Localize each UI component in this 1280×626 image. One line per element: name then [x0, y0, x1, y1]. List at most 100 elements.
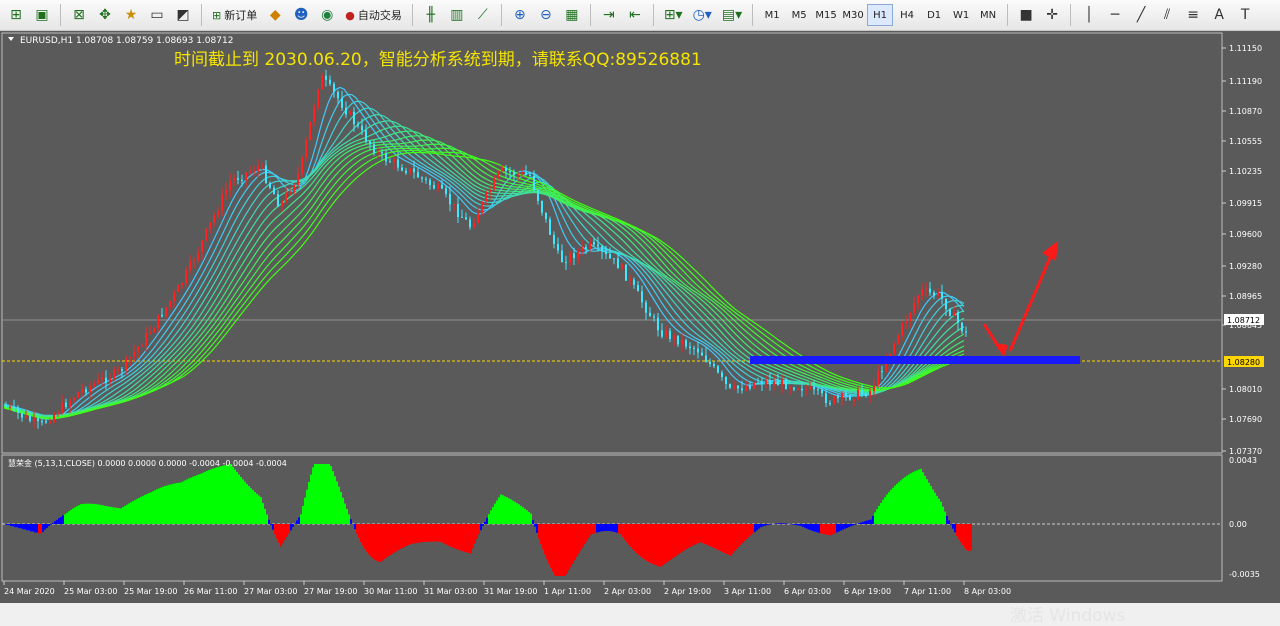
vertical-line-icon[interactable]: │: [1077, 3, 1101, 27]
people-icon[interactable]: ☻: [289, 3, 313, 27]
oscillator-bar: [218, 467, 220, 524]
autotrade-button[interactable]: ●自动交易: [341, 3, 406, 27]
oscillator-bar: [492, 507, 494, 524]
navigator-icon[interactable]: ★: [119, 3, 143, 27]
oscillator-bar: [32, 524, 34, 531]
terminal-icon[interactable]: ▭: [145, 3, 169, 27]
chart-canvas[interactable]: EURUSD,H1 1.08708 1.08759 1.08693 1.0871…: [0, 31, 1280, 603]
oscillator-bar: [236, 472, 238, 524]
timeframe-d1[interactable]: D1: [921, 4, 947, 26]
oscillator-bar: [356, 524, 358, 534]
tile-windows-icon[interactable]: ▦: [560, 3, 584, 27]
bear-candle: [585, 247, 587, 249]
candle-chart-icon[interactable]: ▥: [445, 3, 469, 27]
oscillator-bar: [150, 492, 152, 524]
oscillator-bar: [332, 471, 334, 524]
bear-candle: [333, 84, 335, 92]
bull-candle: [53, 414, 55, 422]
timeframe-h4[interactable]: H4: [894, 4, 920, 26]
oscillator-bar: [52, 523, 54, 524]
oscillator-bar: [934, 493, 936, 524]
oscillator-bar: [440, 524, 442, 542]
time-tick-label: 3 Apr 11:00: [724, 587, 771, 596]
profiles-icon[interactable]: ▣: [30, 3, 54, 27]
channel-icon[interactable]: ⫽: [1155, 3, 1179, 27]
zoom-in-icon[interactable]: ⊕: [508, 3, 532, 27]
market-watch-icon[interactable]: ⊠: [67, 3, 91, 27]
crosshair-icon[interactable]: ✛: [1040, 3, 1064, 27]
oscillator-bar: [848, 524, 850, 527]
oscillator-bar: [292, 524, 294, 527]
oscillator-bar: [390, 524, 392, 555]
bear-candle: [961, 323, 963, 332]
support-zone-box[interactable]: [750, 356, 1080, 364]
cursor-icon[interactable]: ■: [1014, 3, 1038, 27]
bear-candle: [405, 171, 407, 173]
line-chart-icon[interactable]: ⟋: [471, 3, 495, 27]
timeframe-m30[interactable]: M30: [840, 4, 866, 26]
oscillator-bar: [796, 524, 798, 525]
timeframe-w1[interactable]: W1: [948, 4, 974, 26]
bar-chart-icon[interactable]: ╫: [419, 3, 443, 27]
bull-candle: [681, 340, 683, 344]
oscillator-bar: [98, 505, 100, 524]
chart-window[interactable]: EURUSD,H1 1.08708 1.08759 1.08693 1.0871…: [0, 31, 1280, 603]
price-tick-label: 1.07690: [1229, 415, 1262, 424]
horizontal-line-icon[interactable]: ─: [1103, 3, 1127, 27]
trendline-icon[interactable]: ╱: [1129, 3, 1153, 27]
fibonacci-icon[interactable]: ≡: [1181, 3, 1205, 27]
timeframe-h1[interactable]: H1: [867, 4, 893, 26]
oscillator-bar: [924, 476, 926, 524]
oscillator-bar: [764, 524, 766, 526]
bull-candle: [805, 389, 807, 391]
bear-candle: [441, 185, 443, 189]
oscillator-bar: [506, 497, 508, 524]
chart-shift-icon[interactable]: ⇤: [623, 3, 647, 27]
time-tick-label: 31 Mar 03:00: [424, 587, 477, 596]
oscillator-bar: [508, 498, 510, 524]
oscillator-bar: [902, 479, 904, 524]
oscillator-bar: [742, 524, 744, 543]
bear-candle: [41, 421, 43, 422]
oscillator-bar: [948, 520, 950, 524]
timeframe-mn[interactable]: MN: [975, 4, 1001, 26]
new-order-button[interactable]: ⊞新订单: [208, 3, 261, 27]
timeframe-m15[interactable]: M15: [813, 4, 839, 26]
oscillator-bar: [812, 524, 814, 531]
oscillator-bar: [914, 471, 916, 524]
oscillator-bar: [820, 524, 822, 533]
data-window-icon[interactable]: ✥: [93, 3, 117, 27]
timeframe-m5[interactable]: M5: [786, 4, 812, 26]
label-icon[interactable]: T: [1233, 3, 1257, 27]
tester-icon[interactable]: ◩: [171, 3, 195, 27]
bear-candle: [717, 366, 719, 372]
metaeditor-icon[interactable]: ◆: [263, 3, 287, 27]
indicators-icon[interactable]: ⊞▾: [660, 3, 687, 27]
bear-candle: [713, 364, 715, 366]
new-chart-icon[interactable]: ⊞: [4, 3, 28, 27]
oscillator-bar: [538, 524, 540, 539]
oscillator-bar: [320, 464, 322, 524]
bull-candle: [853, 400, 855, 401]
oscillator-bar: [826, 524, 828, 535]
oscillator-bar: [282, 524, 284, 543]
zoom-out-icon[interactable]: ⊖: [534, 3, 558, 27]
bull-candle: [665, 331, 667, 337]
oscillator-bar: [208, 470, 210, 524]
autoscroll-icon[interactable]: ⇥: [597, 3, 621, 27]
oscillator-bar: [366, 524, 368, 552]
oscillator-bar: [968, 524, 970, 551]
bear-candle: [741, 388, 743, 390]
templates-icon[interactable]: ▤▾: [718, 3, 746, 27]
periods-icon[interactable]: ◷▾: [689, 3, 716, 27]
oscillator-bar: [608, 524, 610, 531]
price-tick-label: 1.10235: [1229, 167, 1262, 176]
oscillator-bar: [592, 524, 594, 534]
oscillator-bar: [802, 524, 804, 527]
timeframe-m1[interactable]: M1: [759, 4, 785, 26]
oscillator-bar: [748, 524, 750, 537]
oscillator-bar: [410, 524, 412, 544]
text-icon[interactable]: A: [1207, 3, 1231, 27]
oscillator-bar: [116, 508, 118, 524]
signals-icon[interactable]: ◉: [315, 3, 339, 27]
